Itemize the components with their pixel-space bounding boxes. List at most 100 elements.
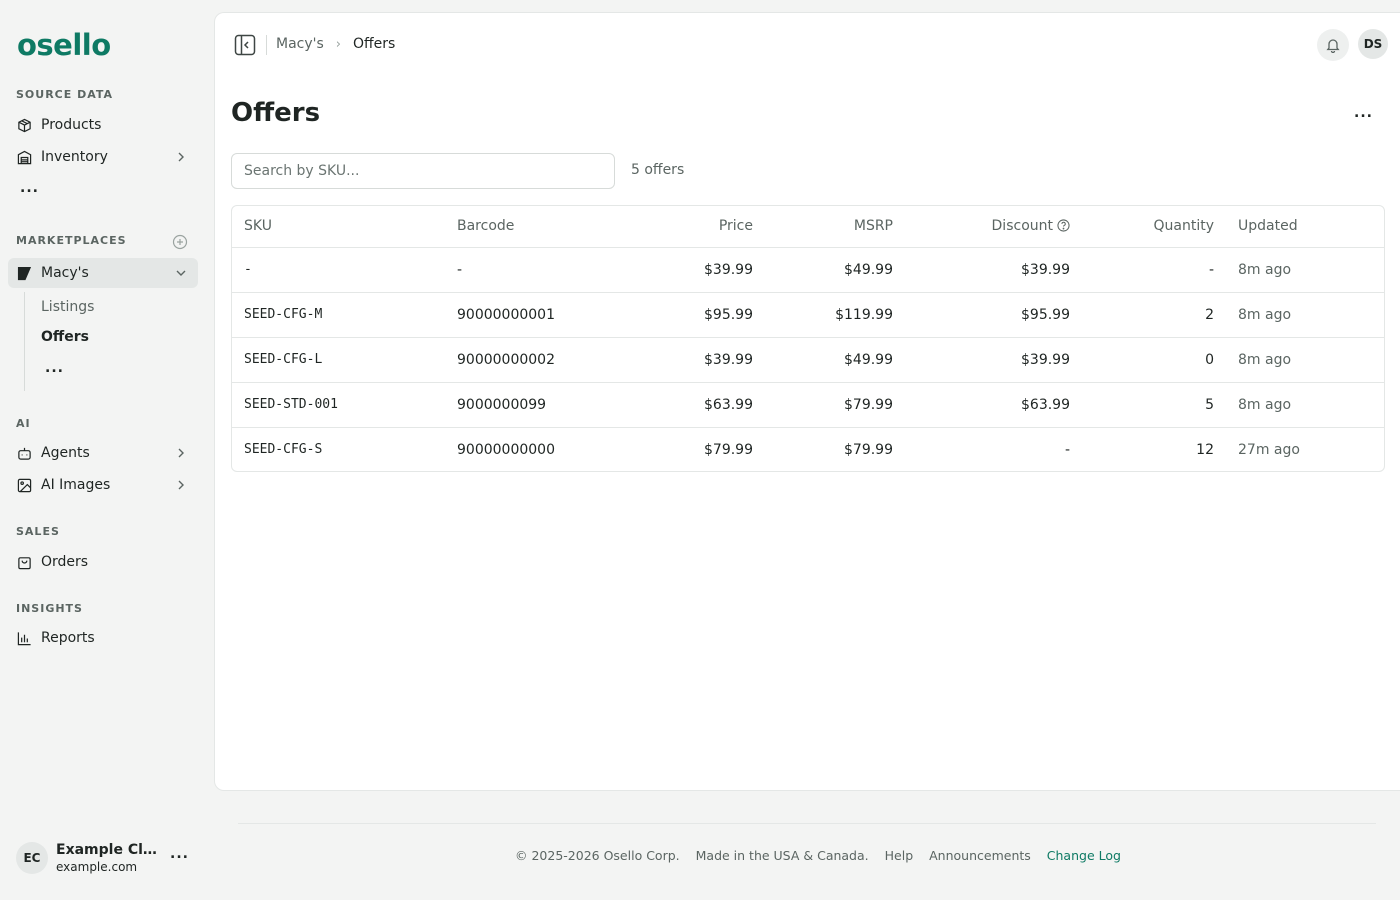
- account-domain: example.com: [56, 860, 138, 874]
- cell-sku: SEED-CFG-S: [244, 442, 323, 458]
- offer-count: 5 offers: [631, 162, 685, 178]
- package-icon: [16, 117, 32, 133]
- bell-icon: [1326, 39, 1340, 53]
- bot-icon: [16, 445, 32, 461]
- cell-msrp: $119.99: [835, 306, 893, 323]
- sidebar-subitem-listings[interactable]: Listings: [41, 299, 94, 315]
- offers-table: SKU Barcode Price MSRP Discount Quantity…: [231, 205, 1385, 472]
- warehouse-icon: [16, 149, 32, 165]
- sidebar: osello SOURCE DATA Products Inventory ..…: [0, 0, 214, 900]
- sidebar-item-ai-images[interactable]: AI Images: [8, 470, 198, 500]
- sidebar-item-inventory[interactable]: Inventory: [8, 142, 198, 172]
- cell-updated: 8m ago: [1238, 351, 1292, 368]
- sidebar-item-products[interactable]: Products: [8, 110, 198, 140]
- account-info: Example Client example.com: [56, 842, 160, 874]
- top-bar: Macy's › Offers DS: [215, 13, 1400, 77]
- cell-sku: SEED-CFG-L: [244, 352, 323, 367]
- macys-more-button[interactable]: ...: [45, 360, 64, 376]
- section-label-sales: SALES: [16, 525, 60, 538]
- offers-table-body: - - $39.99 $49.99 $39.99 - 8m ago SEED-CFG-M 900…: [232, 247, 1384, 471]
- column-header-barcode[interactable]: Barcode: [445, 206, 631, 247]
- chevron-right-icon: ›: [335, 36, 341, 52]
- sidebar-item-orders[interactable]: Orders: [8, 547, 198, 577]
- sidebar-item-label: Reports: [41, 630, 95, 646]
- cell-barcode: 90000000001: [457, 306, 555, 323]
- sidebar-item-agents[interactable]: Agents: [8, 438, 198, 468]
- footer-announcements-link[interactable]: Announcements: [929, 848, 1031, 863]
- sidebar-item-macys[interactable]: Macy's: [8, 258, 198, 288]
- cell-discount: -: [1064, 441, 1070, 458]
- cell-quantity: -: [1208, 261, 1214, 278]
- submenu-guide-line: [24, 292, 25, 391]
- logo-text: osello: [17, 28, 111, 62]
- cell-barcode: 90000000000: [457, 441, 555, 458]
- sidebar-item-label: Agents: [41, 445, 90, 461]
- cell-updated: 27m ago: [1238, 441, 1300, 458]
- column-header-sku[interactable]: SKU: [232, 206, 445, 247]
- sidebar-toggle-icon[interactable]: [234, 34, 256, 56]
- notifications-button[interactable]: [1317, 29, 1349, 61]
- avatar: EC: [16, 842, 48, 874]
- table-row[interactable]: SEED-CFG-L 90000000002 $39.99 $49.99 $39.99 0…: [232, 337, 1384, 382]
- sidebar-item-label: Inventory: [41, 149, 108, 165]
- cell-barcode: 9000000099: [457, 396, 547, 413]
- column-header-updated[interactable]: Updated: [1226, 206, 1384, 247]
- sidebar-subitem-offers[interactable]: Offers: [41, 329, 89, 345]
- section-label-ai: AI: [16, 417, 31, 430]
- cell-sku: SEED-CFG-M: [244, 307, 323, 322]
- cell-discount: $63.99: [1021, 396, 1070, 413]
- cell-price: $39.99: [704, 351, 753, 368]
- cell-quantity: 5: [1205, 396, 1214, 413]
- user-avatar[interactable]: DS: [1358, 29, 1388, 59]
- shopping-bag-icon: [16, 554, 32, 570]
- osello-logo[interactable]: osello: [17, 26, 111, 60]
- table-row[interactable]: SEED-CFG-M 90000000001 $95.99 $119.99 $95.99…: [232, 292, 1384, 337]
- add-marketplace-icon[interactable]: [172, 234, 188, 250]
- table-row[interactable]: SEED-STD-001 9000000099 $63.99 $79.99 $63.99…: [232, 382, 1384, 427]
- chevron-right-icon: [178, 152, 184, 162]
- column-header-price[interactable]: Price: [631, 206, 765, 247]
- section-label-marketplaces: MARKETPLACES: [16, 234, 127, 247]
- cell-barcode: 90000000002: [457, 351, 555, 368]
- cell-discount: $95.99: [1021, 306, 1070, 323]
- footer-changelog-link[interactable]: Change Log: [1047, 848, 1121, 863]
- sidebar-item-reports[interactable]: Reports: [8, 623, 198, 653]
- cell-msrp: $49.99: [844, 261, 893, 278]
- column-header-discount[interactable]: Discount: [905, 206, 1082, 247]
- source-data-more-button[interactable]: ...: [20, 180, 39, 196]
- sku-search-input[interactable]: [231, 153, 615, 189]
- cell-updated: 8m ago: [1238, 261, 1292, 278]
- page-title: Offers: [231, 98, 321, 128]
- cell-quantity: 12: [1196, 441, 1214, 458]
- cell-price: $79.99: [704, 441, 753, 458]
- account-name: Example Client: [56, 842, 160, 858]
- cell-barcode: -: [457, 261, 463, 278]
- footer-help-link[interactable]: Help: [885, 848, 914, 863]
- table-row[interactable]: - - $39.99 $49.99 $39.99 - 8m ago: [232, 247, 1384, 292]
- table-row[interactable]: SEED-CFG-S 90000000000 $79.99 $79.99 - 12 27m …: [232, 427, 1384, 471]
- section-label-source-data: SOURCE DATA: [16, 88, 114, 101]
- cell-quantity: 0: [1205, 351, 1214, 368]
- help-circle-icon[interactable]: [1057, 219, 1070, 232]
- account-card[interactable]: EC Example Client example.com ...: [16, 838, 206, 878]
- footer-made-in: Made in the USA & Canada.: [695, 848, 869, 863]
- cell-msrp: $79.99: [844, 396, 893, 413]
- footer: © 2025-2026 Osello Corp. Made in the USA…: [515, 848, 1137, 863]
- page-actions-more-button[interactable]: ...: [1354, 105, 1373, 121]
- chevron-down-icon: [176, 270, 186, 276]
- breadcrumb-link-macys[interactable]: Macy's: [276, 36, 324, 52]
- macys-logo-icon: [16, 265, 32, 281]
- image-icon: [16, 477, 32, 493]
- footer-copyright: © 2025-2026 Osello Corp.: [515, 848, 680, 863]
- cell-discount: $39.99: [1021, 351, 1070, 368]
- cell-updated: 8m ago: [1238, 396, 1292, 413]
- cell-sku: -: [244, 262, 252, 277]
- column-header-msrp[interactable]: MSRP: [765, 206, 905, 247]
- sidebar-item-label: Orders: [41, 554, 89, 570]
- breadcrumb: Macy's › Offers: [276, 36, 395, 52]
- account-more-button[interactable]: ...: [170, 846, 189, 862]
- cell-quantity: 2: [1205, 306, 1214, 323]
- sidebar-item-label: AI Images: [41, 477, 111, 493]
- cell-msrp: $49.99: [844, 351, 893, 368]
- column-header-quantity[interactable]: Quantity: [1082, 206, 1226, 247]
